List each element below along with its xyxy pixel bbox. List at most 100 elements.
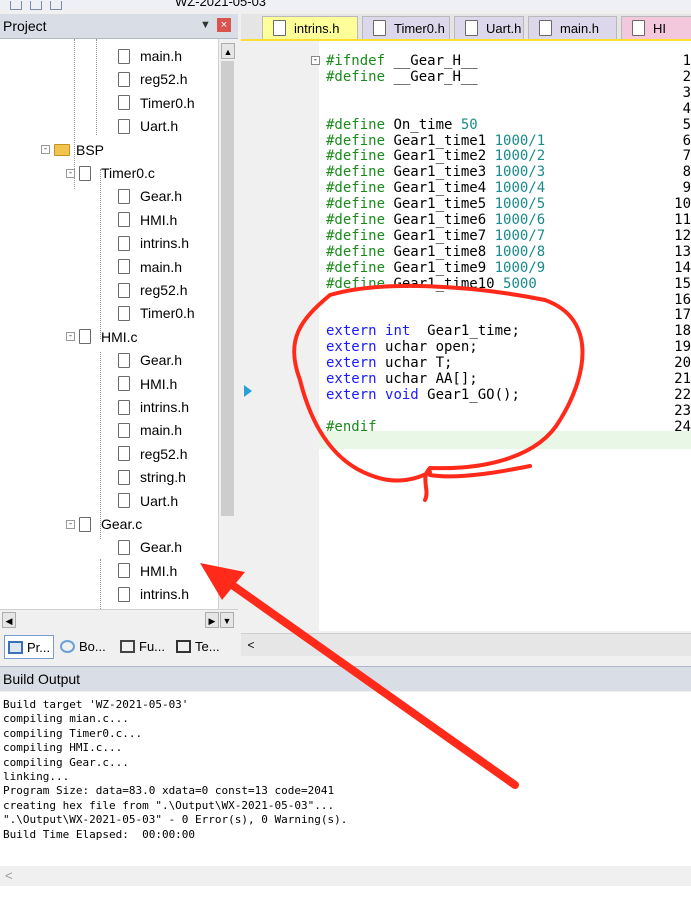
fold-toggle-icon[interactable]: - xyxy=(311,56,320,65)
tree-source-file[interactable]: - Gear.c xyxy=(66,513,142,535)
tree-guide-line xyxy=(100,352,101,539)
tree-item-label: Timer0.h xyxy=(140,94,195,111)
code-line[interactable]: 21 extern uchar AA[]; xyxy=(241,372,691,386)
code-line[interactable]: 19 extern uchar open; xyxy=(241,340,691,354)
tree-item-label: Gear.h xyxy=(140,188,183,205)
tree-item-label: HMI.h xyxy=(140,211,178,228)
project-tab-bo[interactable]: Bo... xyxy=(60,635,106,657)
close-icon[interactable]: × xyxy=(217,18,231,32)
file-icon xyxy=(118,469,130,485)
toolbar-icon[interactable] xyxy=(50,1,62,10)
tree-folder[interactable]: - BSP xyxy=(41,139,104,161)
tree-header-file[interactable]: HMI.h xyxy=(118,209,177,231)
scroll-up-button[interactable]: ▲ xyxy=(221,43,235,59)
tree-header-file[interactable]: reg52.h xyxy=(118,443,187,465)
toolbar-icon[interactable] xyxy=(10,1,22,10)
line-number: 2 xyxy=(682,68,691,85)
code-line[interactable]: 2 #define __Gear_H__ xyxy=(241,68,691,85)
tree-header-file[interactable]: Uart.h xyxy=(118,490,178,512)
folder-icon xyxy=(54,143,70,156)
tree-header-file[interactable]: Timer0.h xyxy=(118,92,195,114)
code-line[interactable]: 6 #define Gear1_time1 1000/1 xyxy=(241,134,691,148)
code-line[interactable]: 13 #define Gear1_time8 1000/8 xyxy=(241,245,691,259)
project-tree: main.h reg52.h Timer0.h Uart.h - BSP - Timer0.c… xyxy=(0,39,218,609)
project-tab-label: Bo... xyxy=(79,638,106,654)
tree-header-file[interactable]: Gear.h xyxy=(118,536,182,558)
tree-header-file[interactable]: HMI.h xyxy=(118,373,177,395)
build-output-log[interactable]: Build target 'WZ-2021-05-03' compiling mi… xyxy=(0,692,691,867)
tree-horizontal-scrollbar[interactable]: ◀ ▶ ▼ xyxy=(0,609,238,630)
code-line[interactable]: 18 extern int Gear1_time; xyxy=(241,324,691,338)
tree-header-file[interactable]: intrins.h xyxy=(118,396,189,418)
collapse-icon[interactable]: - xyxy=(66,332,75,342)
code-line[interactable]: 12 #define Gear1_time7 1000/7 xyxy=(241,227,691,244)
tree-header-file[interactable]: main.h xyxy=(118,256,182,278)
editor-tab-mainh[interactable]: main.h xyxy=(528,16,617,39)
file-icon xyxy=(118,446,130,462)
code-line[interactable]: 14 #define Gear1_time9 1000/9 xyxy=(241,261,691,275)
file-icon xyxy=(118,259,130,275)
tree-vertical-scrollbar[interactable]: ▲ xyxy=(218,39,237,609)
collapse-icon[interactable]: - xyxy=(41,145,50,155)
code-line[interactable]: 3 xyxy=(241,84,691,101)
code-line[interactable]: 24 #endif xyxy=(241,420,691,434)
code-editor[interactable]: 1 - #ifndef __Gear_H__ 2 #define __Gear_H__ 3… xyxy=(241,41,691,631)
build-horizontal-scrollbar[interactable]: < xyxy=(0,866,691,886)
tree-source-file[interactable]: - Timer0.c xyxy=(66,162,155,184)
target-select[interactable]: WZ-2021-05-03 xyxy=(175,0,266,9)
scroll-right-button[interactable]: ▶ xyxy=(205,612,219,628)
scroll-left-button[interactable]: < xyxy=(244,637,258,653)
code-line[interactable]: 23 xyxy=(241,404,691,418)
tree-header-file[interactable]: string.h xyxy=(118,466,186,488)
tree-header-file[interactable]: Uart.h xyxy=(118,115,178,137)
code-line[interactable]: 15 #define Gear1_time10 5000 xyxy=(241,277,691,291)
tree-item-label: main.h xyxy=(140,48,183,64)
tree-header-file[interactable]: intrins.h xyxy=(118,232,189,254)
editor-tab-intrinsh[interactable]: intrins.h xyxy=(262,16,358,39)
tree-header-file[interactable]: intrins.h xyxy=(118,583,189,605)
tree-header-file[interactable]: reg52.h xyxy=(118,279,187,301)
code-line[interactable]: 7 #define Gear1_time2 1000/2 xyxy=(241,148,691,165)
tree-header-file[interactable]: Gear.h xyxy=(118,185,182,207)
line-number: 7 xyxy=(682,148,691,165)
tree-header-file[interactable]: main.h xyxy=(118,419,182,441)
scroll-thumb[interactable] xyxy=(221,61,234,516)
file-icon xyxy=(118,539,130,555)
code-line[interactable]: 8 #define Gear1_time3 1000/3 xyxy=(241,165,691,179)
tree-header-file[interactable]: reg52.h xyxy=(118,68,187,90)
code-line[interactable]: 1 - #ifndef __Gear_H__ xyxy=(241,54,691,68)
tree-header-file[interactable]: Timer0.h xyxy=(118,302,195,324)
project-tab-pr[interactable]: Pr... xyxy=(4,635,55,659)
project-tab-label: Fu... xyxy=(139,638,166,654)
collapse-icon[interactable]: - xyxy=(66,519,75,529)
code-line[interactable]: 16 xyxy=(241,293,691,307)
file-icon xyxy=(118,235,130,251)
tree-guide-line xyxy=(96,39,97,135)
project-tab-te[interactable]: Te... xyxy=(176,635,220,657)
editor-tab-hi[interactable]: HI xyxy=(621,16,691,39)
toolbar-icon[interactable] xyxy=(30,1,42,10)
editor-tab-uarth[interactable]: Uart.h xyxy=(454,16,524,39)
code-line[interactable]: 22 extern void Gear1_GO(); xyxy=(241,388,691,402)
code-line[interactable]: 11 #define Gear1_time6 1000/6 xyxy=(241,213,691,227)
editor-tab-timer0h[interactable]: Timer0.h xyxy=(362,16,450,39)
editor-horizontal-scrollbar[interactable]: < xyxy=(241,633,691,656)
code-line[interactable]: 5 #define On_time 50 xyxy=(241,118,691,132)
scroll-down-button[interactable]: ▼ xyxy=(220,612,234,628)
scroll-left-button[interactable]: < xyxy=(5,868,13,883)
books-icon xyxy=(60,639,75,653)
code-line[interactable]: 9 #define Gear1_time4 1000/4 xyxy=(241,181,691,195)
code-line[interactable]: 17 xyxy=(241,308,691,322)
code-line[interactable]: 10 #define Gear1_time5 1000/5 xyxy=(241,197,691,211)
line-number: 12 xyxy=(674,227,691,244)
project-tab-fu[interactable]: Fu... xyxy=(120,635,165,657)
tree-header-file[interactable]: HMI.h xyxy=(118,560,177,582)
pin-icon[interactable]: ▼ xyxy=(200,19,211,31)
scroll-left-button[interactable]: ◀ xyxy=(2,612,16,628)
code-line[interactable]: 4 xyxy=(241,102,691,116)
tree-header-file[interactable]: main.h xyxy=(118,45,182,67)
code-line[interactable]: 20 extern uchar T; xyxy=(241,356,691,370)
line-number: 3 xyxy=(682,84,691,101)
tree-header-file[interactable]: Gear.h xyxy=(118,349,182,371)
tree-source-file[interactable]: - HMI.c xyxy=(66,326,138,348)
